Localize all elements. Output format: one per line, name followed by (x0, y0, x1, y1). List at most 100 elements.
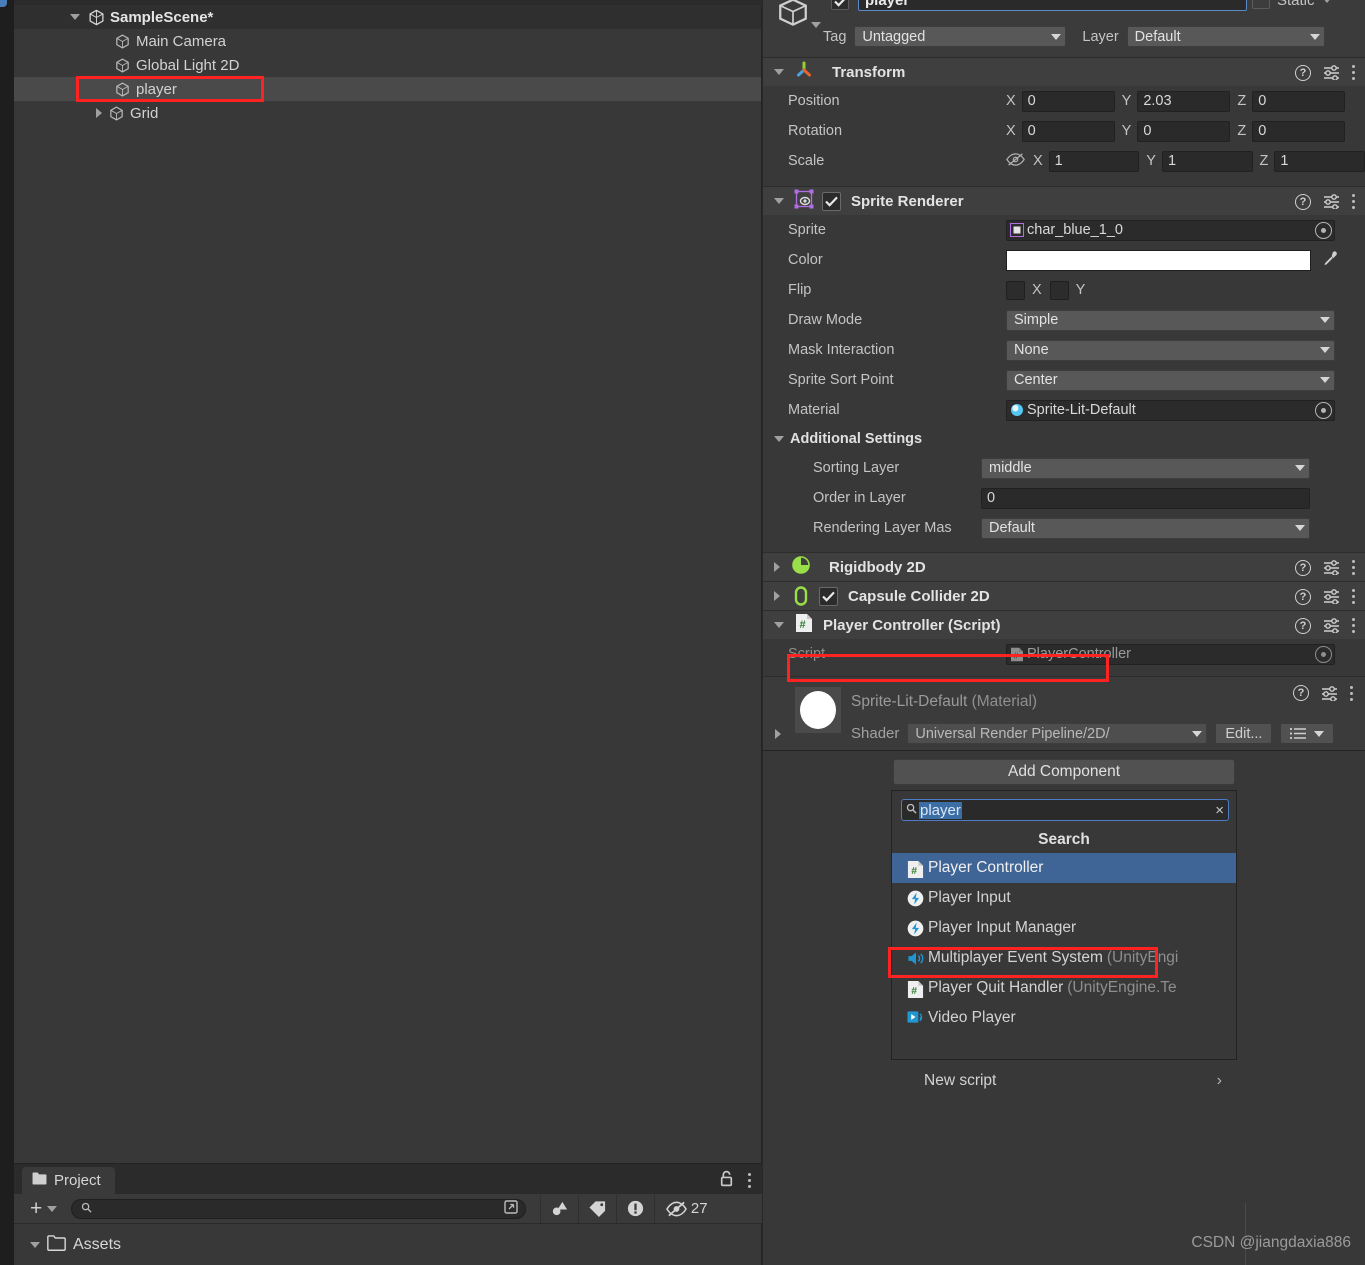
add-component-item-player-input[interactable]: Player Input (892, 883, 1236, 913)
filter-by-label-button[interactable] (578, 1194, 616, 1223)
additional-settings-foldout[interactable]: Additional Settings (763, 425, 1365, 453)
material-object-field[interactable]: Sprite-Lit-Default (1006, 399, 1335, 421)
add-component-search-field[interactable]: player × (901, 799, 1229, 821)
sprite-renderer-enabled-checkbox[interactable] (822, 191, 841, 211)
add-component-item-video-player[interactable]: Video Player (892, 1003, 1236, 1033)
preset-icon[interactable] (1323, 560, 1340, 575)
add-component-item-player-quit-handler[interactable]: # Player Quit Handler (UnityEngine.Te (892, 973, 1236, 1003)
prefab-gameobject-icon[interactable] (775, 0, 811, 32)
component-header-sprite-renderer[interactable]: Sprite Renderer ? (763, 186, 1365, 215)
add-component-item-player-input-manager[interactable]: Player Input Manager (892, 913, 1236, 943)
chevron-down-icon[interactable] (30, 1242, 40, 1248)
rendering-layer-mask-dropdown[interactable]: Default (981, 517, 1310, 539)
scale-x-field[interactable]: 1 (1048, 150, 1140, 172)
rotation-z-field[interactable]: 0 (1252, 120, 1346, 142)
preset-icon[interactable] (1323, 618, 1340, 633)
project-menu-icon[interactable] (748, 1173, 751, 1188)
position-y-field[interactable]: 2.03 (1137, 90, 1231, 112)
component-menu-icon[interactable] (1352, 589, 1355, 604)
filter-warnings-button[interactable] (616, 1194, 654, 1223)
tab-project[interactable]: Project (22, 1167, 115, 1194)
project-search-field[interactable] (71, 1198, 527, 1219)
chevron-down-icon[interactable] (70, 14, 80, 20)
eyedropper-icon[interactable] (1322, 250, 1339, 271)
hierarchy-row-grid[interactable]: Grid (14, 101, 761, 125)
help-icon[interactable]: ? (1295, 64, 1311, 81)
gameobject-enabled-checkbox[interactable] (831, 0, 849, 10)
create-asset-button[interactable]: + (30, 1198, 58, 1219)
project-assets-root-row[interactable]: Assets (14, 1225, 762, 1265)
order-in-layer-field[interactable]: 0 (981, 487, 1310, 509)
rotation-y-field[interactable]: 0 (1137, 120, 1231, 142)
help-icon[interactable]: ? (1295, 193, 1311, 210)
add-component-button[interactable]: Add Component (893, 759, 1235, 785)
static-checkbox[interactable] (1252, 0, 1270, 9)
material-variant-button[interactable] (1280, 723, 1335, 744)
draw-mode-dropdown[interactable]: Simple (1006, 309, 1335, 331)
hidden-assets-count[interactable]: 27 (654, 1194, 718, 1223)
clear-search-icon[interactable]: × (1215, 802, 1224, 819)
shader-edit-button[interactable]: Edit... (1215, 723, 1273, 744)
component-menu-icon[interactable] (1352, 560, 1355, 575)
hierarchy-row-main-camera[interactable]: Main Camera (14, 29, 761, 53)
chevron-right-icon[interactable] (96, 108, 102, 118)
constrain-proportions-off-icon[interactable] (1006, 152, 1025, 171)
layer-dropdown[interactable]: Default (1126, 26, 1325, 47)
capsule-collider-enabled-checkbox[interactable] (819, 586, 838, 606)
add-component-item-player-controller[interactable]: # Player Controller (892, 853, 1236, 883)
component-header-capsule-collider-2d[interactable]: Capsule Collider 2D ? (763, 581, 1365, 610)
preset-icon[interactable] (1323, 589, 1340, 604)
help-icon[interactable]: ? (1295, 588, 1311, 605)
component-menu-icon[interactable] (1352, 65, 1355, 80)
chevron-down-icon[interactable] (774, 198, 784, 204)
static-toggle-group[interactable]: Static (1252, 0, 1332, 9)
rotation-x-field[interactable]: 0 (1021, 120, 1115, 142)
chevron-right-icon[interactable] (774, 562, 780, 572)
hierarchy-row-samplescene[interactable]: SampleScene* (14, 5, 761, 29)
add-component-item-multiplayer-event-system[interactable]: Multiplayer Event System (UnityEngi (892, 943, 1236, 973)
lock-icon[interactable] (719, 1170, 734, 1191)
hierarchy-row-player[interactable]: player (14, 77, 761, 101)
component-menu-icon[interactable] (1352, 618, 1355, 633)
shader-dropdown[interactable]: Universal Render Pipeline/2D/ (907, 723, 1208, 744)
gameobject-name-field[interactable]: player (858, 0, 1247, 11)
object-picker-icon[interactable] (1315, 221, 1332, 239)
color-swatch[interactable] (1006, 249, 1311, 271)
position-x-field[interactable]: 0 (1021, 90, 1115, 112)
help-icon[interactable]: ? (1293, 685, 1309, 701)
preset-icon[interactable] (1323, 65, 1340, 80)
flip-y-checkbox[interactable] (1049, 280, 1069, 300)
chevron-down-icon[interactable] (774, 436, 784, 442)
tag-dropdown[interactable]: Untagged (854, 26, 1067, 47)
chevron-right-icon[interactable] (775, 729, 781, 739)
component-header-rigidbody-2d[interactable]: Rigidbody 2D ? (763, 552, 1365, 581)
property-label: Sprite (788, 222, 826, 238)
project-search-input[interactable] (96, 1201, 504, 1216)
sprite-sort-point-dropdown[interactable]: Center (1006, 369, 1335, 391)
mask-interaction-dropdown[interactable]: None (1006, 339, 1335, 361)
help-icon[interactable]: ? (1295, 617, 1311, 634)
preset-icon[interactable] (1321, 685, 1338, 701)
component-header-player-controller[interactable]: # Player Controller (Script) ? (763, 610, 1365, 639)
help-icon[interactable]: ? (1295, 559, 1311, 576)
flip-x-checkbox[interactable] (1006, 280, 1025, 300)
chevron-down-icon[interactable] (774, 622, 784, 628)
add-component-new-script-item[interactable]: New script › (892, 1066, 1236, 1096)
hierarchy-row-global-light-2d[interactable]: Global Light 2D (14, 53, 761, 77)
icon-dropdown-caret[interactable] (811, 22, 821, 28)
scale-z-field[interactable]: 1 (1274, 150, 1365, 172)
sprite-object-field[interactable]: char_blue_1_0 (1006, 219, 1335, 241)
preset-icon[interactable] (1323, 194, 1340, 209)
object-picker-icon[interactable] (1315, 401, 1332, 419)
filter-by-type-button[interactable] (540, 1194, 578, 1223)
component-header-transform[interactable]: Transform ? (763, 57, 1365, 86)
component-menu-icon[interactable] (1352, 194, 1355, 209)
search-expand-icon[interactable] (503, 1199, 519, 1219)
chevron-down-icon[interactable] (1321, 0, 1332, 3)
scale-y-field[interactable]: 1 (1161, 150, 1253, 172)
component-menu-icon[interactable] (1350, 685, 1353, 701)
chevron-down-icon[interactable] (774, 69, 784, 75)
position-z-field[interactable]: 0 (1252, 90, 1346, 112)
chevron-right-icon[interactable] (774, 591, 780, 601)
sorting-layer-dropdown[interactable]: middle (981, 457, 1310, 479)
